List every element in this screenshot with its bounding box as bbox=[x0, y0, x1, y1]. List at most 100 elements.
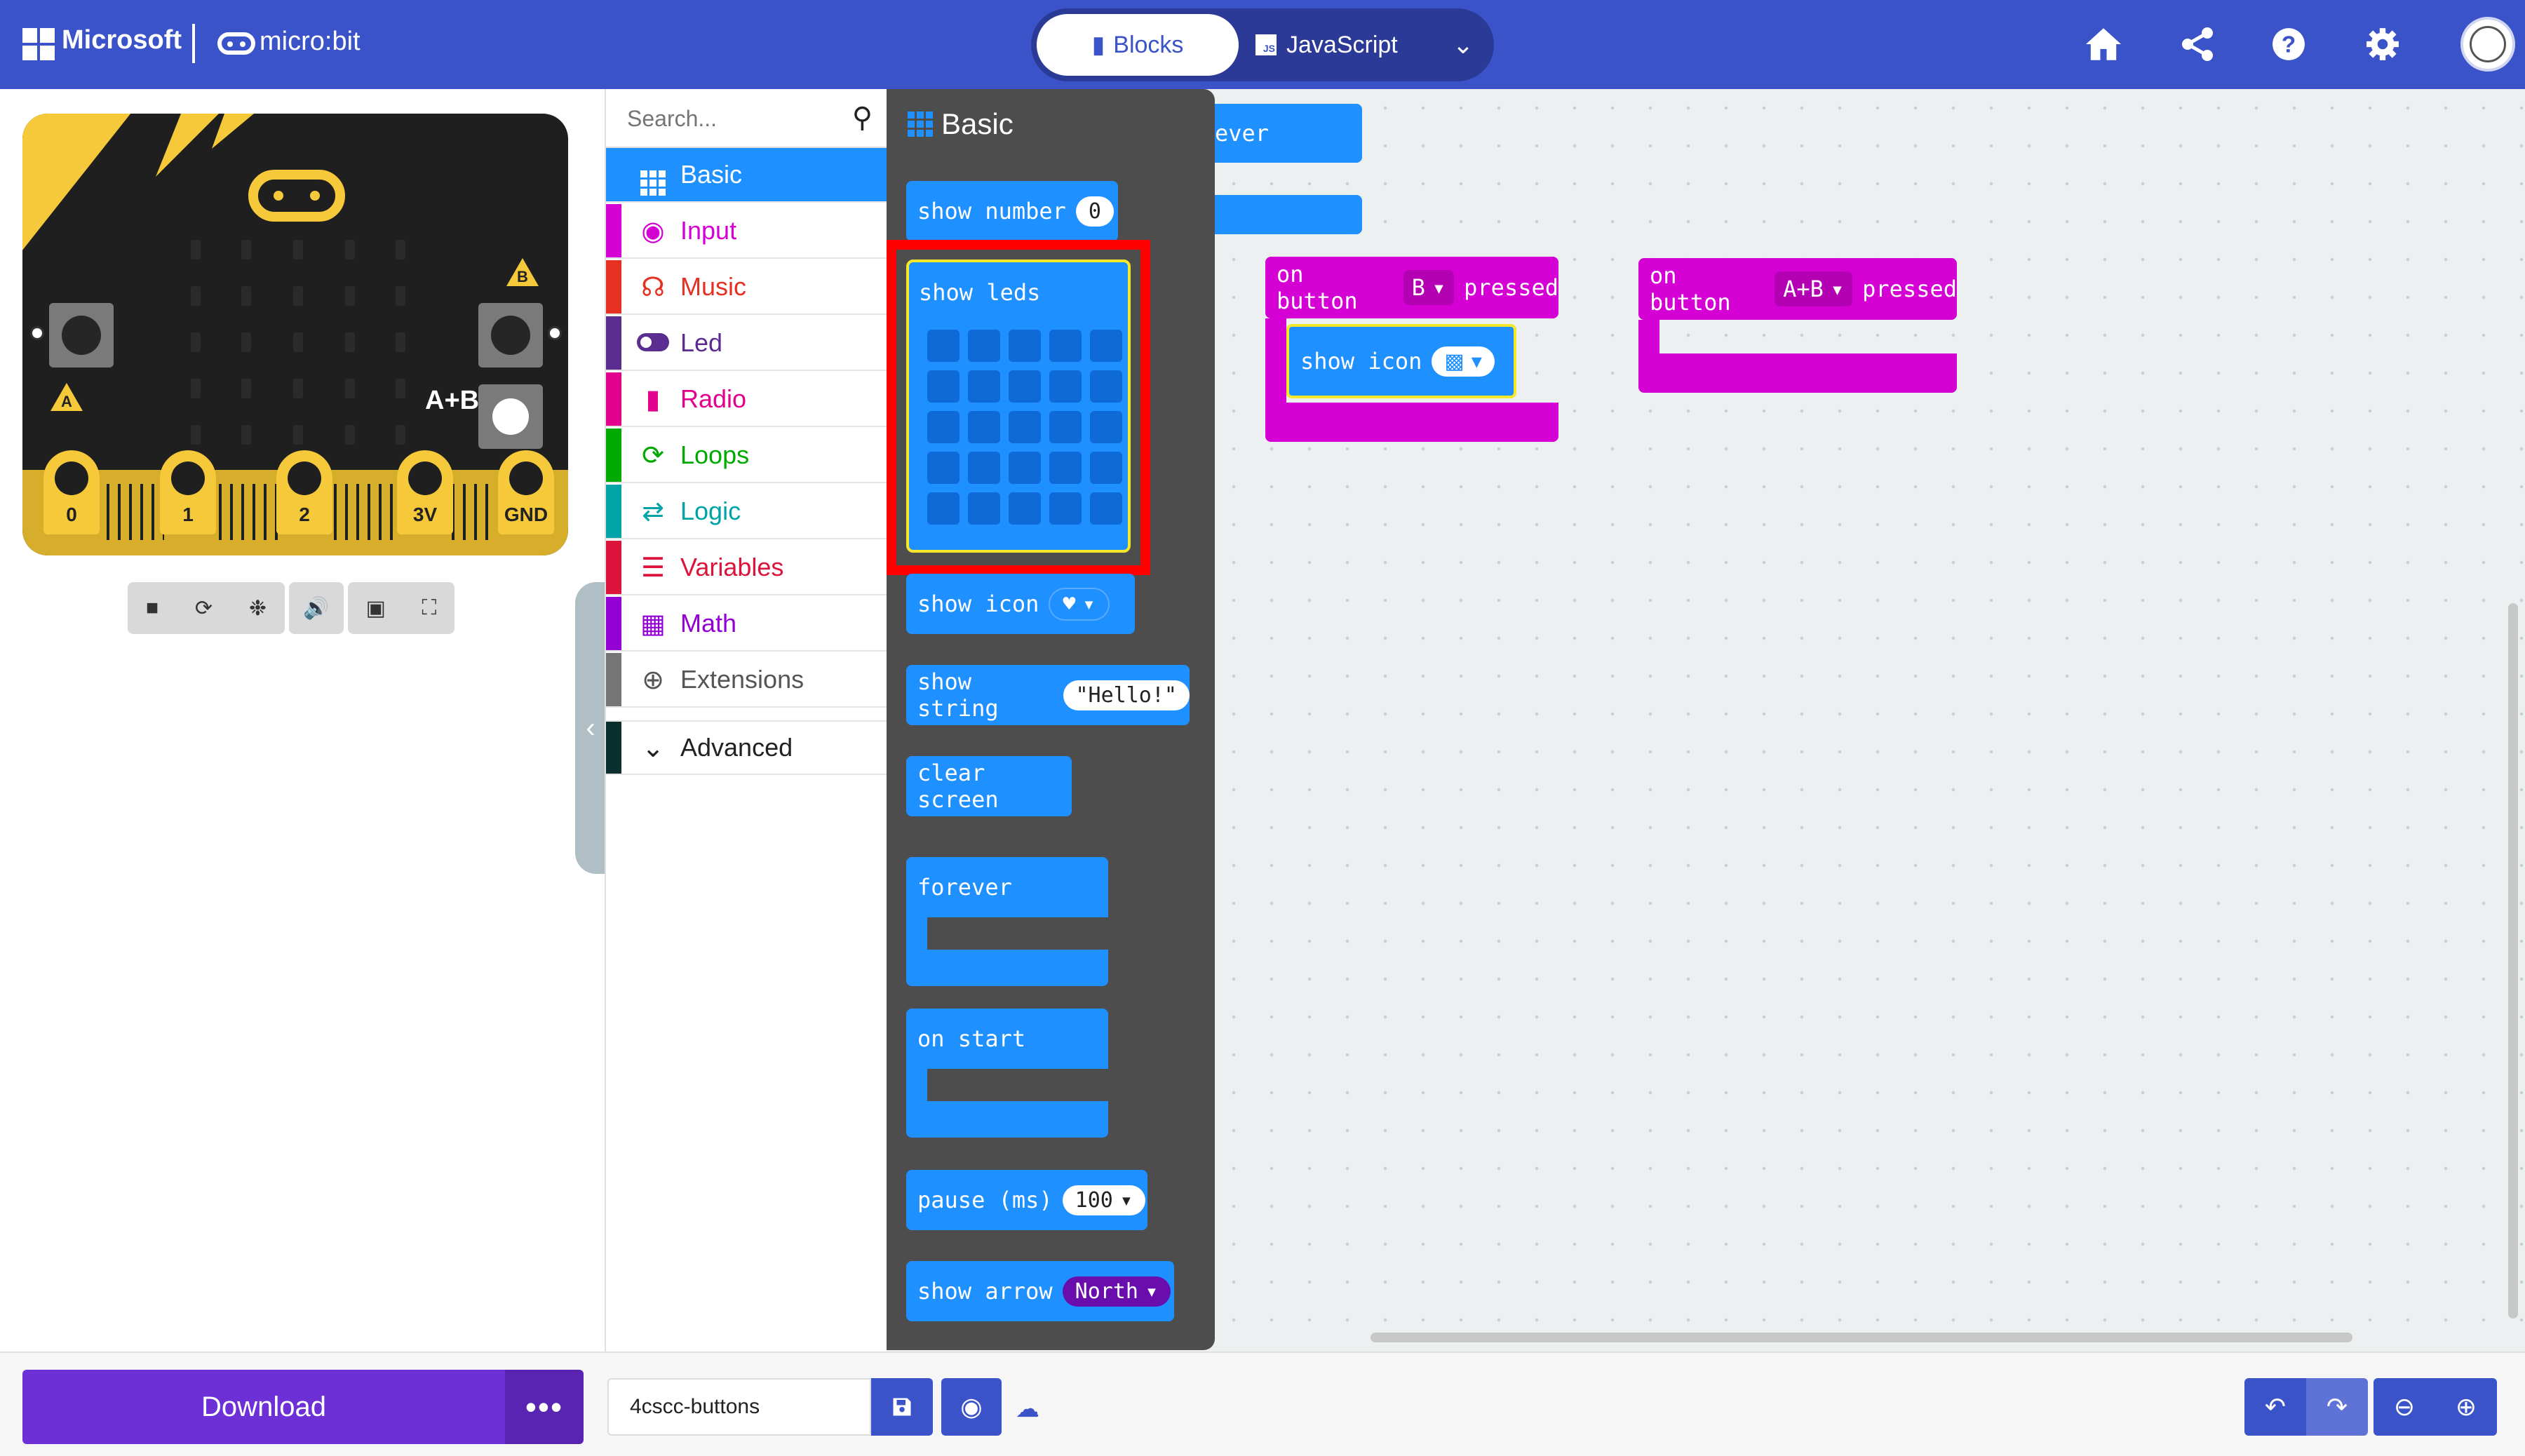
sound-icon[interactable]: 🔊 bbox=[303, 596, 329, 621]
led-cell[interactable] bbox=[927, 411, 959, 443]
button-ab-dropdown[interactable]: A+B ▾ bbox=[1775, 271, 1853, 306]
led-cell[interactable] bbox=[1049, 330, 1082, 362]
github-button[interactable]: ◉ bbox=[941, 1378, 1002, 1436]
button-ab-label: A+B bbox=[425, 386, 480, 415]
led-cell[interactable] bbox=[968, 370, 1000, 403]
led-cell[interactable] bbox=[927, 370, 959, 403]
led-cell[interactable] bbox=[1090, 370, 1122, 403]
share-button[interactable] bbox=[2173, 20, 2222, 69]
led-cell[interactable] bbox=[1049, 452, 1082, 484]
tab-javascript[interactable]: JS JavaScript bbox=[1255, 14, 1424, 76]
show-icon-flyout-block[interactable]: show icon ♥ ▾ bbox=[906, 574, 1135, 634]
button-b-dropdown[interactable]: B ▾ bbox=[1403, 270, 1455, 305]
debug-icon[interactable]: ❉ bbox=[249, 596, 267, 621]
redo-button[interactable]: ↷ bbox=[2306, 1378, 2368, 1436]
button-ab[interactable] bbox=[478, 384, 543, 449]
category-radio[interactable]: ▮ Radio bbox=[606, 372, 888, 427]
user-avatar[interactable] bbox=[2460, 17, 2515, 72]
on-start-block[interactable]: on start bbox=[906, 1009, 1108, 1069]
forever-block[interactable]: forever bbox=[906, 857, 1108, 917]
category-music[interactable]: ☊ Music bbox=[606, 260, 888, 315]
show-icon-block[interactable]: show icon ▩ ▾ bbox=[1286, 324, 1516, 398]
led-cell[interactable] bbox=[927, 330, 959, 362]
category-loops[interactable]: ⟳ Loops bbox=[606, 429, 888, 483]
restart-icon[interactable]: ⟳ bbox=[195, 596, 213, 621]
collapse-simulator-button[interactable]: ‹ bbox=[575, 582, 606, 874]
cloud-status-icon[interactable]: ☁ bbox=[1016, 1395, 1039, 1423]
pause-dropdown[interactable]: 100 ▾ bbox=[1062, 1185, 1145, 1215]
pin-3v[interactable]: 3V bbox=[397, 450, 453, 534]
settings-button[interactable] bbox=[2358, 20, 2407, 69]
help-button[interactable]: ? bbox=[2264, 20, 2313, 69]
block-label: on start bbox=[917, 1025, 1026, 1052]
show-number-block[interactable]: show number 0 bbox=[906, 181, 1118, 241]
on-button-b-block[interactable]: on button B ▾ pressed bbox=[1265, 257, 1558, 318]
show-leds-block[interactable]: show leds bbox=[906, 259, 1131, 553]
tab-blocks[interactable]: ▮ Blocks bbox=[1037, 14, 1239, 76]
string-input[interactable]: "Hello!" bbox=[1063, 680, 1190, 710]
led-cell[interactable] bbox=[1090, 411, 1122, 443]
workspace-vertical-scrollbar[interactable] bbox=[2508, 603, 2518, 1319]
led-cell[interactable] bbox=[1090, 330, 1122, 362]
fullscreen-icon[interactable]: ⛶ bbox=[422, 596, 436, 620]
led-cell[interactable] bbox=[927, 492, 959, 525]
category-math[interactable]: ▦ Math bbox=[606, 597, 888, 652]
icon-dropdown[interactable]: ♥ ▾ bbox=[1049, 587, 1110, 621]
led-cell[interactable] bbox=[1009, 452, 1041, 484]
led-cell[interactable] bbox=[968, 492, 1000, 525]
led-cell[interactable] bbox=[1049, 370, 1082, 403]
search-icon[interactable]: ⚲ bbox=[852, 102, 873, 134]
number-input[interactable]: 0 bbox=[1075, 196, 1114, 227]
show-arrow-block[interactable]: show arrow North ▾ bbox=[906, 1261, 1174, 1321]
button-b[interactable] bbox=[478, 303, 543, 368]
led-cell[interactable] bbox=[968, 330, 1000, 362]
led-cell[interactable] bbox=[1009, 370, 1041, 403]
led-cell[interactable] bbox=[968, 452, 1000, 484]
search-input[interactable] bbox=[627, 105, 837, 133]
led-cell[interactable] bbox=[1049, 492, 1082, 525]
clear-screen-block[interactable]: clear screen bbox=[906, 756, 1072, 816]
led-cell[interactable] bbox=[1090, 492, 1122, 525]
led-cell[interactable] bbox=[968, 411, 1000, 443]
workspace-block-forever[interactable]: ever bbox=[1215, 104, 1362, 163]
led-cell[interactable] bbox=[927, 452, 959, 484]
category-input[interactable]: ◉ Input bbox=[606, 204, 888, 259]
editor-dropdown-button[interactable]: ⌄ bbox=[1438, 14, 1488, 76]
microbit-brand[interactable]: micro:bit bbox=[260, 27, 361, 57]
undo-button[interactable]: ↶ bbox=[2244, 1378, 2306, 1436]
led-cell[interactable] bbox=[1009, 330, 1041, 362]
on-button-ab-block[interactable]: on button A+B ▾ pressed bbox=[1638, 258, 1957, 320]
home-button[interactable] bbox=[2079, 20, 2128, 69]
led-cell[interactable] bbox=[1009, 492, 1041, 525]
category-advanced[interactable]: ⌄ Advanced bbox=[606, 720, 888, 775]
led-grid-editor[interactable] bbox=[927, 330, 1122, 525]
button-a[interactable] bbox=[49, 303, 114, 368]
save-button[interactable] bbox=[871, 1378, 933, 1436]
project-name-input[interactable] bbox=[607, 1378, 871, 1436]
microsoft-brand[interactable]: Microsoft bbox=[62, 25, 182, 55]
category-led[interactable]: Led bbox=[606, 316, 888, 371]
category-variables[interactable]: ☰ Variables bbox=[606, 541, 888, 595]
pin-1[interactable]: 1 bbox=[160, 450, 216, 534]
download-button[interactable]: Download bbox=[22, 1370, 505, 1444]
zoom-in-button[interactable]: ⊕ bbox=[2435, 1378, 2497, 1436]
led-cell[interactable] bbox=[1049, 411, 1082, 443]
led-cell[interactable] bbox=[1009, 411, 1041, 443]
pin-2[interactable]: 2 bbox=[276, 450, 332, 534]
category-logic[interactable]: ⇄ Logic bbox=[606, 485, 888, 539]
pin-0[interactable]: 0 bbox=[43, 450, 100, 534]
stop-icon[interactable]: ■ bbox=[146, 596, 159, 620]
zoom-out-button[interactable]: ⊖ bbox=[2374, 1378, 2435, 1436]
workspace-horizontal-scrollbar[interactable] bbox=[1371, 1333, 2352, 1342]
pin-gnd[interactable]: GND bbox=[498, 450, 554, 534]
show-string-block[interactable]: show string "Hello!" bbox=[906, 665, 1190, 725]
led-cell[interactable] bbox=[1090, 452, 1122, 484]
icon-dropdown[interactable]: ▩ ▾ bbox=[1432, 346, 1495, 377]
screenshot-icon[interactable]: ▣ bbox=[366, 596, 386, 621]
category-extensions[interactable]: ⊕ Extensions bbox=[606, 653, 888, 708]
microbit-simulator[interactable]: A B A+B 0 1 2 3V GND bbox=[22, 114, 568, 555]
pause-block[interactable]: pause (ms) 100 ▾ bbox=[906, 1170, 1147, 1230]
arrow-dropdown[interactable]: North ▾ bbox=[1062, 1276, 1171, 1307]
category-basic[interactable]: Basic bbox=[606, 148, 888, 203]
more-options-button[interactable]: ••• bbox=[505, 1370, 584, 1444]
